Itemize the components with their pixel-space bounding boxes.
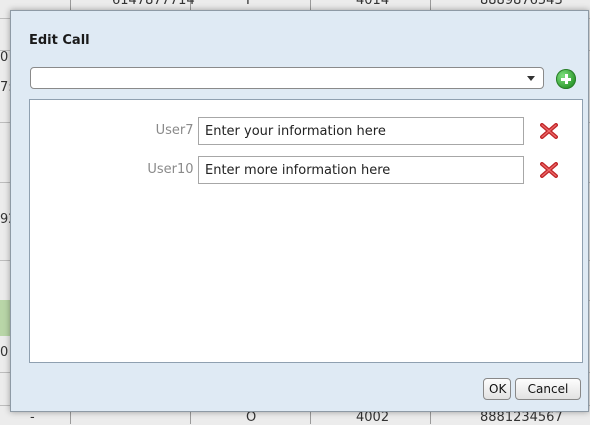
grid-cell: I bbox=[246, 0, 250, 8]
delete-x-icon[interactable] bbox=[540, 123, 558, 139]
cancel-button[interactable]: Cancel bbox=[515, 378, 581, 400]
user10-input[interactable] bbox=[198, 156, 524, 184]
grid-cell: 0 bbox=[0, 345, 9, 360]
grid-cell: 0 bbox=[0, 50, 9, 65]
chevron-down-icon[interactable] bbox=[527, 76, 535, 81]
delete-x-icon[interactable] bbox=[540, 162, 558, 178]
call-select-dropdown[interactable] bbox=[30, 67, 544, 89]
grid-cell: 4014 bbox=[356, 0, 390, 8]
field-label: User10 : bbox=[147, 162, 202, 177]
user-fields-panel: User7 : User10 : bbox=[29, 99, 583, 363]
dialog-title: Edit Call bbox=[29, 33, 90, 48]
user7-input[interactable] bbox=[198, 117, 524, 145]
edit-call-dialog: Edit Call User7 : User10 : OK Cancel bbox=[10, 10, 589, 412]
field-row-user7: User7 : bbox=[30, 117, 582, 145]
grid-cell: - bbox=[30, 410, 35, 425]
plus-circle-icon[interactable] bbox=[556, 69, 576, 89]
field-row-user10: User10 : bbox=[30, 156, 582, 184]
grid-cell: 6147877714 bbox=[112, 0, 195, 8]
ok-button[interactable]: OK bbox=[483, 378, 511, 400]
grid-cell: O bbox=[246, 410, 257, 425]
grid-cell: 8881234567 bbox=[480, 410, 563, 425]
field-label: User7 : bbox=[155, 123, 202, 138]
grid-cell: 8889876543 bbox=[480, 0, 563, 8]
grid-cell: 4002 bbox=[356, 410, 390, 425]
